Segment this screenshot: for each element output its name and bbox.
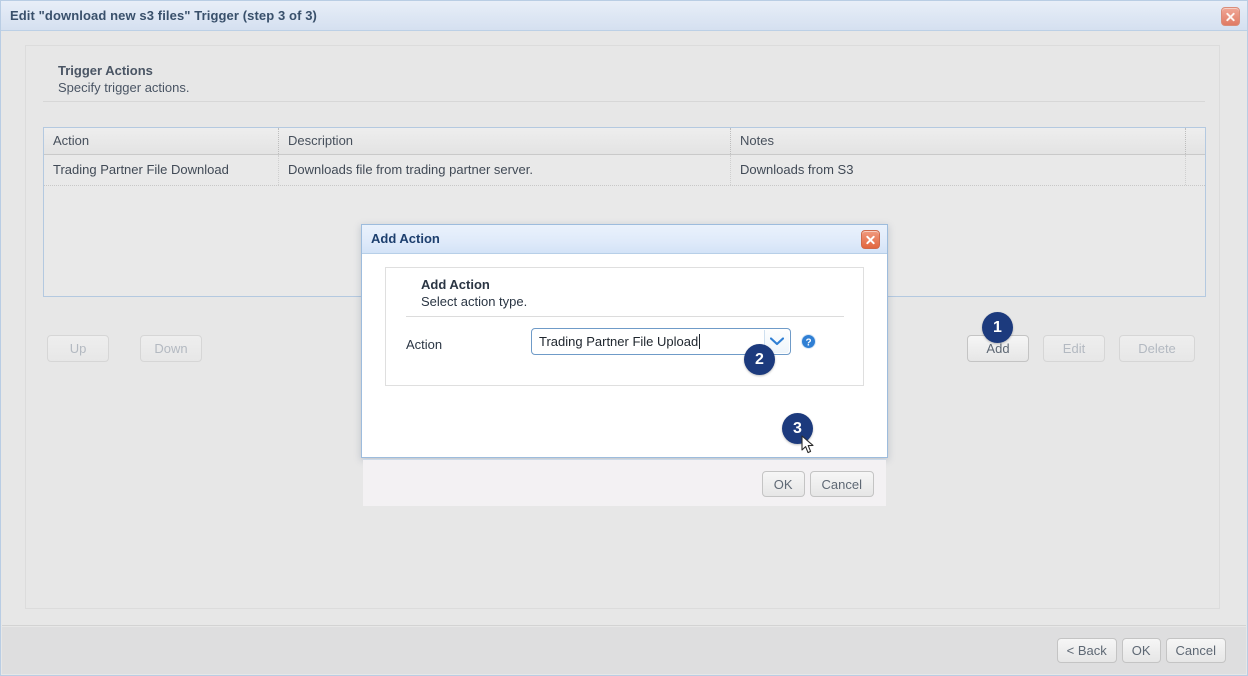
- step-badge-1: 1: [982, 312, 1013, 343]
- dialog-form-panel: Add Action Select action type. Action Tr…: [385, 267, 864, 386]
- dialog-section-title: Add Action: [421, 277, 490, 292]
- section-subtitle: Specify trigger actions.: [58, 80, 1205, 95]
- window-titlebar: Edit "download new s3 files" Trigger (st…: [1, 1, 1247, 31]
- back-button[interactable]: < Back: [1057, 638, 1117, 663]
- column-header-extra[interactable]: [1186, 128, 1205, 154]
- window-title: Edit "download new s3 files" Trigger (st…: [10, 8, 317, 23]
- table-row[interactable]: Trading Partner File Download Downloads …: [44, 155, 1205, 186]
- cell-action: Trading Partner File Download: [44, 155, 279, 185]
- cell-extra: [1186, 155, 1205, 185]
- ok-button[interactable]: OK: [1122, 638, 1161, 663]
- dialog-section-divider: [406, 316, 844, 317]
- action-field-label: Action: [406, 337, 442, 352]
- text-caret: [699, 334, 700, 349]
- window-close-icon[interactable]: [1221, 7, 1240, 26]
- section-header: Trigger Actions Specify trigger actions.: [43, 63, 1205, 102]
- dialog-body: Add Action Select action type. Action Tr…: [362, 254, 887, 430]
- dialog-titlebar: Add Action: [362, 225, 887, 254]
- dialog-cancel-button[interactable]: Cancel: [810, 471, 874, 497]
- cancel-button[interactable]: Cancel: [1166, 638, 1226, 663]
- move-down-button[interactable]: Down: [140, 335, 202, 362]
- cell-notes: Downloads from S3: [731, 155, 1186, 185]
- section-divider: [43, 101, 1205, 102]
- reorder-button-group: Up Down: [47, 335, 202, 362]
- column-header-notes[interactable]: Notes: [731, 128, 1186, 154]
- dialog-section-subtitle: Select action type.: [421, 294, 527, 309]
- action-combobox-value: Trading Partner File Upload: [532, 334, 698, 349]
- move-up-button[interactable]: Up: [47, 335, 109, 362]
- dialog-footer-buttons: OK Cancel: [762, 471, 874, 497]
- dialog-footer: OK Cancel: [363, 459, 886, 506]
- dialog-ok-button[interactable]: OK: [762, 471, 805, 497]
- section-title: Trigger Actions: [58, 63, 1205, 78]
- wizard-navigation-buttons: < Back OK Cancel: [1057, 638, 1226, 663]
- column-header-description[interactable]: Description: [279, 128, 731, 154]
- column-header-action[interactable]: Action: [44, 128, 279, 154]
- dialog-close-icon[interactable]: [861, 230, 880, 249]
- table-header-row: Action Description Notes: [44, 128, 1205, 155]
- edit-action-button[interactable]: Edit: [1043, 335, 1105, 362]
- trigger-edit-window: Edit "download new s3 files" Trigger (st…: [0, 0, 1248, 676]
- cell-description: Downloads file from trading partner serv…: [279, 155, 731, 185]
- help-icon[interactable]: ?: [801, 334, 816, 349]
- svg-text:?: ?: [805, 337, 811, 348]
- dialog-title: Add Action: [371, 231, 440, 246]
- window-footer: < Back OK Cancel: [2, 627, 1246, 674]
- mouse-cursor: [801, 435, 815, 458]
- chevron-down-icon: [770, 337, 784, 346]
- delete-action-button[interactable]: Delete: [1119, 335, 1195, 362]
- step-badge-2: 2: [744, 344, 775, 375]
